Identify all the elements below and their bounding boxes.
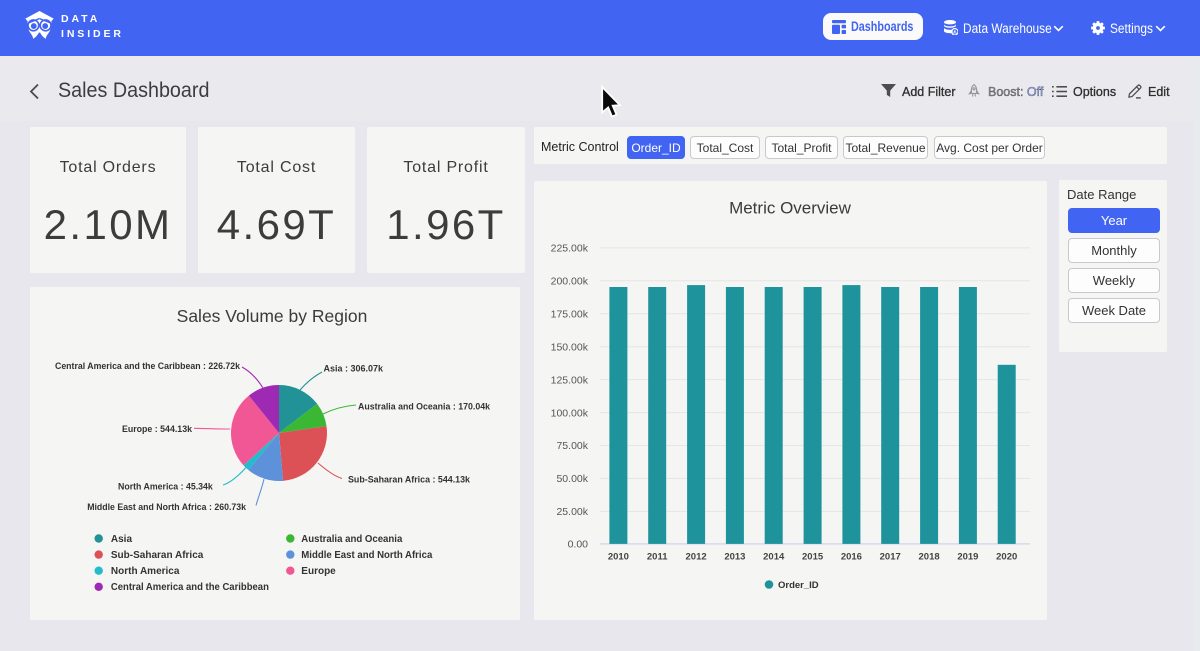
svg-text:225.00k: 225.00k	[551, 243, 589, 255]
svg-text:75.00k: 75.00k	[556, 440, 588, 452]
svg-text:175.00k: 175.00k	[551, 309, 589, 321]
svg-text:Middle East and North Africa: Middle East and North Africa	[301, 550, 432, 561]
svg-text:2018: 2018	[919, 551, 940, 562]
svg-text:2011: 2011	[647, 551, 668, 562]
svg-text:Asia: Asia	[111, 534, 133, 545]
svg-text:50.00k: 50.00k	[556, 473, 588, 485]
svg-text:Australia and Oceania: Australia and Oceania	[301, 534, 402, 545]
svg-text:Sub-Saharan Africa: Sub-Saharan Africa	[111, 550, 204, 561]
svg-text:0.00: 0.00	[568, 539, 589, 551]
svg-text:2014: 2014	[763, 551, 785, 562]
svg-text:Sub-Saharan Africa : 544.13k: Sub-Saharan Africa : 544.13k	[348, 475, 471, 485]
svg-text:2020: 2020	[996, 551, 1017, 562]
svg-text:Central America and the Caribb: Central America and the Caribbean	[111, 582, 269, 593]
svg-text:125.00k: 125.00k	[551, 374, 589, 386]
svg-text:2019: 2019	[957, 551, 978, 562]
svg-text:2012: 2012	[686, 551, 707, 562]
svg-text:100.00k: 100.00k	[551, 407, 589, 419]
svg-text:Order_ID: Order_ID	[778, 580, 819, 591]
svg-text:2016: 2016	[841, 551, 862, 562]
svg-text:150.00k: 150.00k	[551, 341, 589, 353]
svg-text:Central America and the Caribb: Central America and the Caribbean : 226.…	[55, 361, 241, 371]
svg-text:2010: 2010	[608, 551, 629, 562]
svg-text:200.00k: 200.00k	[551, 276, 589, 288]
svg-text:25.00k: 25.00k	[556, 506, 588, 518]
svg-text:Metric Overview: Metric Overview	[729, 199, 852, 218]
svg-text:2015: 2015	[802, 551, 824, 562]
svg-text:Europe : 544.13k: Europe : 544.13k	[122, 424, 193, 434]
svg-text:Europe: Europe	[301, 566, 336, 577]
svg-text:Australia and Oceania : 170.04: Australia and Oceania : 170.04k	[358, 401, 491, 411]
svg-text:North America : 45.34k: North America : 45.34k	[118, 481, 214, 491]
svg-text:Middle East and North Africa :: Middle East and North Africa : 260.73k	[87, 502, 247, 512]
svg-text:Asia : 306.07k: Asia : 306.07k	[324, 363, 384, 373]
svg-text:North America: North America	[111, 566, 180, 577]
svg-text:Sales Volume by Region: Sales Volume by Region	[177, 306, 368, 326]
svg-text:2013: 2013	[724, 551, 745, 562]
svg-text:2017: 2017	[880, 551, 901, 562]
